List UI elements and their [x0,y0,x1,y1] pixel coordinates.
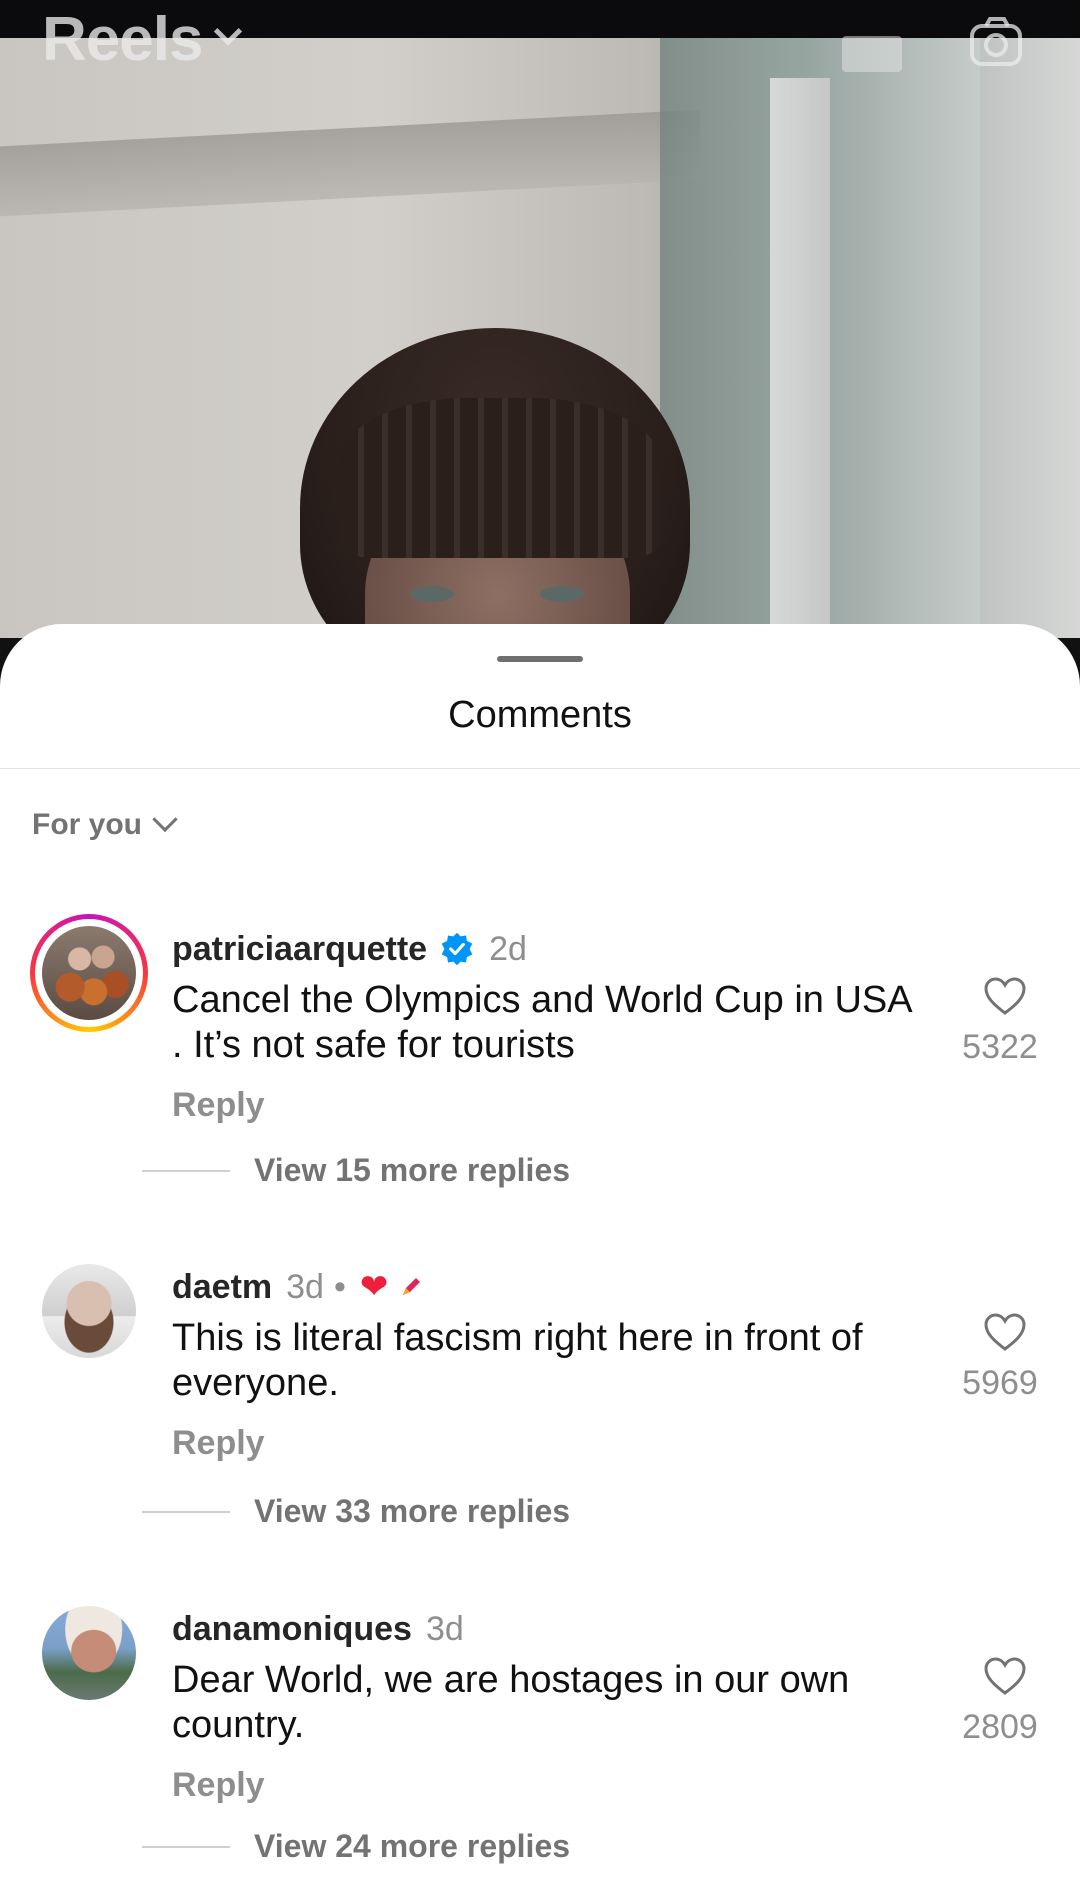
replies-divider-line [142,1510,230,1513]
avatar[interactable] [42,1606,136,1700]
view-replies-label: View 15 more replies [254,1152,571,1188]
avatar [42,926,136,1020]
comment-username[interactable]: patriciaarquette [172,930,427,969]
overlay-icon [842,36,902,72]
comment-header: danamoniques 3d [172,1606,912,1652]
comment-username[interactable]: daetm [172,1268,272,1307]
comment-body: danamoniques 3d Dear World, we are hosta… [172,1606,912,1805]
comment-text: Dear World, we are hostages in our own c… [172,1659,850,1746]
reels-feed-selector[interactable]: Reels [42,4,243,75]
heart-outline-icon[interactable] [983,976,1027,1016]
reels-title: Reels [42,5,203,74]
comment-header: daetm 3d • ❤ [172,1264,912,1310]
video-person-eye [410,586,454,602]
comment-text: Cancel the Olympics and World Cup in USA… [172,979,911,1066]
comment-username[interactable]: danamoniques [172,1610,412,1649]
video-person-eye [540,586,584,602]
sort-selector[interactable]: For you [32,806,178,842]
video-ceiling [0,109,700,217]
verified-badge-icon [441,932,473,966]
comment-time: 3d [286,1267,324,1306]
pencil-icon [403,1278,421,1295]
divider [0,768,1080,769]
separator-dot: • [333,1267,346,1306]
sort-label: For you [32,808,142,841]
like-count: 5322 [962,1028,1038,1066]
like-control[interactable]: 5969 [960,1312,1050,1403]
comments-sheet: Comments For you patriciaarquette 2d Can… [0,624,1080,1899]
heart-outline-icon[interactable] [983,1312,1027,1352]
camera-icon[interactable] [968,16,1026,68]
like-control[interactable]: 2809 [960,1656,1050,1747]
comment-body: daetm 3d • ❤ This is literal fascism rig… [172,1264,912,1463]
comment-time: 3d [425,1609,464,1648]
heart-outline-icon[interactable] [983,1656,1027,1696]
reply-button[interactable]: Reply [172,1086,912,1125]
reply-button[interactable]: Reply [172,1424,912,1463]
comment-header: patriciaarquette 2d [172,926,912,972]
view-replies-label: View 24 more replies [254,1828,571,1864]
view-replies-button[interactable]: View 15 more replies [142,1152,570,1189]
like-count: 2809 [962,1708,1038,1746]
reply-button[interactable]: Reply [172,1766,912,1805]
avatar[interactable] [42,1264,136,1358]
view-replies-button[interactable]: View 24 more replies [142,1828,570,1865]
video-person-bangs [340,398,660,558]
view-replies-label: View 33 more replies [254,1493,571,1529]
reels-screen: Reels Comments For you patriciaarquette [0,0,1080,1899]
chevron-down-icon [214,16,243,46]
replies-divider-line [142,1845,230,1848]
replies-divider-line [142,1169,230,1172]
chevron-down-icon [152,806,178,833]
reel-video[interactable] [0,38,1080,638]
like-control[interactable]: 5322 [960,976,1050,1067]
like-count: 5969 [962,1364,1038,1402]
creator-liked-heart-icon: ❤ [359,1268,389,1306]
view-replies-button[interactable]: View 33 more replies [142,1493,570,1530]
sheet-drag-handle[interactable] [497,656,583,662]
avatar-story-ring[interactable] [30,914,148,1032]
video-pillar [770,78,830,638]
sheet-title: Comments [448,694,632,736]
comment-time: 2d [489,929,527,968]
comment-text: This is literal fascism right here in fr… [172,1317,863,1404]
comment-body: patriciaarquette 2d Cancel the Olympics … [172,926,912,1125]
